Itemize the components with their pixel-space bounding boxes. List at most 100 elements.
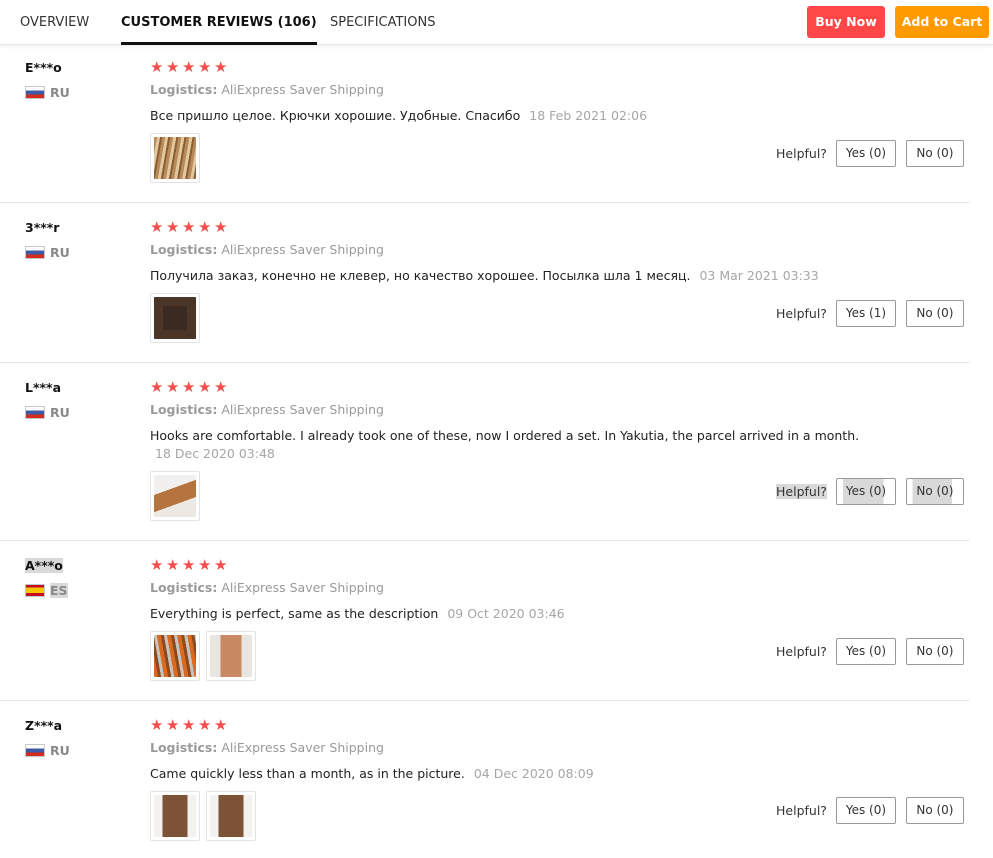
reviewer-country: ES	[25, 582, 68, 598]
helpful-label: Helpful?	[776, 803, 827, 818]
logistics-info: Logistics: AliExpress Saver Shipping	[150, 740, 384, 755]
star-icon: ★	[150, 556, 164, 574]
helpful-yes-button[interactable]: Yes (0)	[835, 797, 896, 824]
helpful-no-button[interactable]: No (0)	[905, 300, 964, 327]
review-photos	[150, 471, 200, 521]
review-text: Everything is perfect, same as the descr…	[150, 605, 865, 623]
tab-overview[interactable]: OVERVIEW	[20, 0, 89, 45]
star-icon: ★	[150, 218, 164, 236]
logistics-value: AliExpress Saver Shipping	[221, 580, 384, 595]
star-icon: ★	[166, 716, 180, 734]
star-icon: ★	[198, 58, 212, 76]
review-photo-thumbnail[interactable]	[150, 293, 200, 343]
helpful-yes-button[interactable]: Yes (1)	[835, 300, 896, 327]
review-photo-thumbnail[interactable]	[206, 631, 256, 681]
star-icon: ★	[214, 378, 228, 396]
star-icon: ★	[150, 378, 164, 396]
star-icon: ★	[166, 58, 180, 76]
reviewer-name: E***o	[25, 60, 62, 75]
review-body: Came quickly less than a month, as in th…	[150, 766, 465, 781]
review-photo-thumbnail[interactable]	[150, 133, 200, 183]
helpful-label: Helpful?	[776, 484, 827, 499]
helpful-no-button[interactable]: No (0)	[905, 638, 964, 665]
star-icon: ★	[166, 556, 180, 574]
review-photos	[150, 133, 200, 183]
reviewer-name: L***a	[25, 380, 62, 395]
logistics-label: Logistics:	[150, 242, 218, 257]
review-photo-thumbnail[interactable]	[150, 631, 200, 681]
star-icon: ★	[182, 58, 196, 76]
review-date: 09 Oct 2020 03:46	[447, 606, 565, 621]
review-text: Came quickly less than a month, as in th…	[150, 765, 865, 783]
review-text: Hooks are comfortable. I already took on…	[150, 427, 865, 463]
star-rating: ★ ★ ★ ★ ★	[150, 218, 228, 236]
helpful-yes-button[interactable]: Yes (0)	[835, 478, 896, 505]
helpful-label: Helpful?	[776, 306, 827, 321]
review-body: Hooks are comfortable. I already took on…	[150, 428, 860, 443]
russia-flag-icon	[25, 405, 45, 419]
country-code: ES	[50, 582, 68, 598]
review-photos	[150, 791, 256, 841]
logistics-value: AliExpress Saver Shipping	[221, 740, 384, 755]
review-item: Z***a RU ★ ★ ★ ★ ★ Logistics: AliExpress Sav…	[0, 703, 970, 858]
review-photo-thumbnail[interactable]	[206, 791, 256, 841]
star-icon: ★	[214, 218, 228, 236]
country-code: RU	[50, 404, 70, 420]
review-body: Получила заказ, конечно не клевер, но ка…	[150, 268, 691, 283]
buy-now-button[interactable]: Buy Now	[807, 6, 885, 38]
helpful-votes: Helpful? Yes (0) No (0)	[776, 638, 964, 665]
review-item: E***o RU ★ ★ ★ ★ ★ Logistics: AliExpress Sav…	[0, 45, 970, 203]
logistics-label: Logistics:	[150, 82, 218, 97]
reviewer-name: Z***a	[25, 718, 63, 733]
helpful-no-button[interactable]: No (0)	[905, 797, 964, 824]
logistics-value: AliExpress Saver Shipping	[221, 402, 384, 417]
star-icon: ★	[182, 716, 196, 734]
helpful-yes-button[interactable]: Yes (0)	[835, 638, 896, 665]
tab-specifications[interactable]: SPECIFICATIONS	[330, 0, 435, 45]
star-icon: ★	[214, 556, 228, 574]
star-icon: ★	[214, 58, 228, 76]
review-photo-thumbnail[interactable]	[150, 791, 200, 841]
review-body: Everything is perfect, same as the descr…	[150, 606, 439, 621]
helpful-label: Helpful?	[776, 146, 827, 161]
logistics-info: Logistics: AliExpress Saver Shipping	[150, 580, 384, 595]
russia-flag-icon	[25, 245, 45, 259]
logistics-label: Logistics:	[150, 580, 218, 595]
star-icon: ★	[166, 218, 180, 236]
star-icon: ★	[182, 218, 196, 236]
tab-customer-reviews[interactable]: CUSTOMER REVIEWS (106)	[121, 0, 317, 45]
country-code: RU	[50, 742, 70, 758]
spain-flag-icon	[25, 583, 45, 597]
reviewer-country: RU	[25, 244, 70, 260]
logistics-value: AliExpress Saver Shipping	[221, 82, 384, 97]
logistics-info: Logistics: AliExpress Saver Shipping	[150, 242, 384, 257]
add-to-cart-button[interactable]: Add to Cart	[895, 6, 989, 38]
review-photo-thumbnail[interactable]	[150, 471, 200, 521]
review-item: 3***r RU ★ ★ ★ ★ ★ Logistics: AliExpress Sav…	[0, 205, 970, 363]
country-code: RU	[50, 244, 70, 260]
russia-flag-icon	[25, 85, 45, 99]
helpful-votes: Helpful? Yes (1) No (0)	[776, 300, 964, 327]
helpful-no-button[interactable]: No (0)	[905, 140, 964, 167]
review-body: Все пришло целое. Крючки хорошие. Удобны…	[150, 108, 521, 123]
star-rating: ★ ★ ★ ★ ★	[150, 378, 228, 396]
reviewer-name-text: A***o	[25, 558, 63, 573]
helpful-no-button[interactable]: No (0)	[905, 478, 964, 505]
logistics-value: AliExpress Saver Shipping	[221, 242, 384, 257]
star-icon: ★	[198, 378, 212, 396]
helpful-yes-button[interactable]: Yes (0)	[835, 140, 896, 167]
star-icon: ★	[198, 716, 212, 734]
review-photos	[150, 631, 256, 681]
star-rating: ★ ★ ★ ★ ★	[150, 716, 227, 734]
star-icon: ★	[150, 58, 164, 76]
star-icon: ★	[198, 556, 212, 574]
helpful-votes: Helpful? Yes (0) No (0)	[776, 478, 964, 505]
star-icon: ★	[150, 716, 164, 734]
reviewer-country: RU	[25, 742, 70, 758]
star-icon: ★	[182, 378, 196, 396]
review-text: Все пришло целое. Крючки хорошие. Удобны…	[150, 107, 865, 125]
star-icon: ★	[166, 378, 180, 396]
star-icon: ★	[198, 218, 212, 236]
review-date: 04 Dec 2020 08:09	[473, 766, 594, 781]
logistics-label: Logistics:	[150, 740, 218, 755]
